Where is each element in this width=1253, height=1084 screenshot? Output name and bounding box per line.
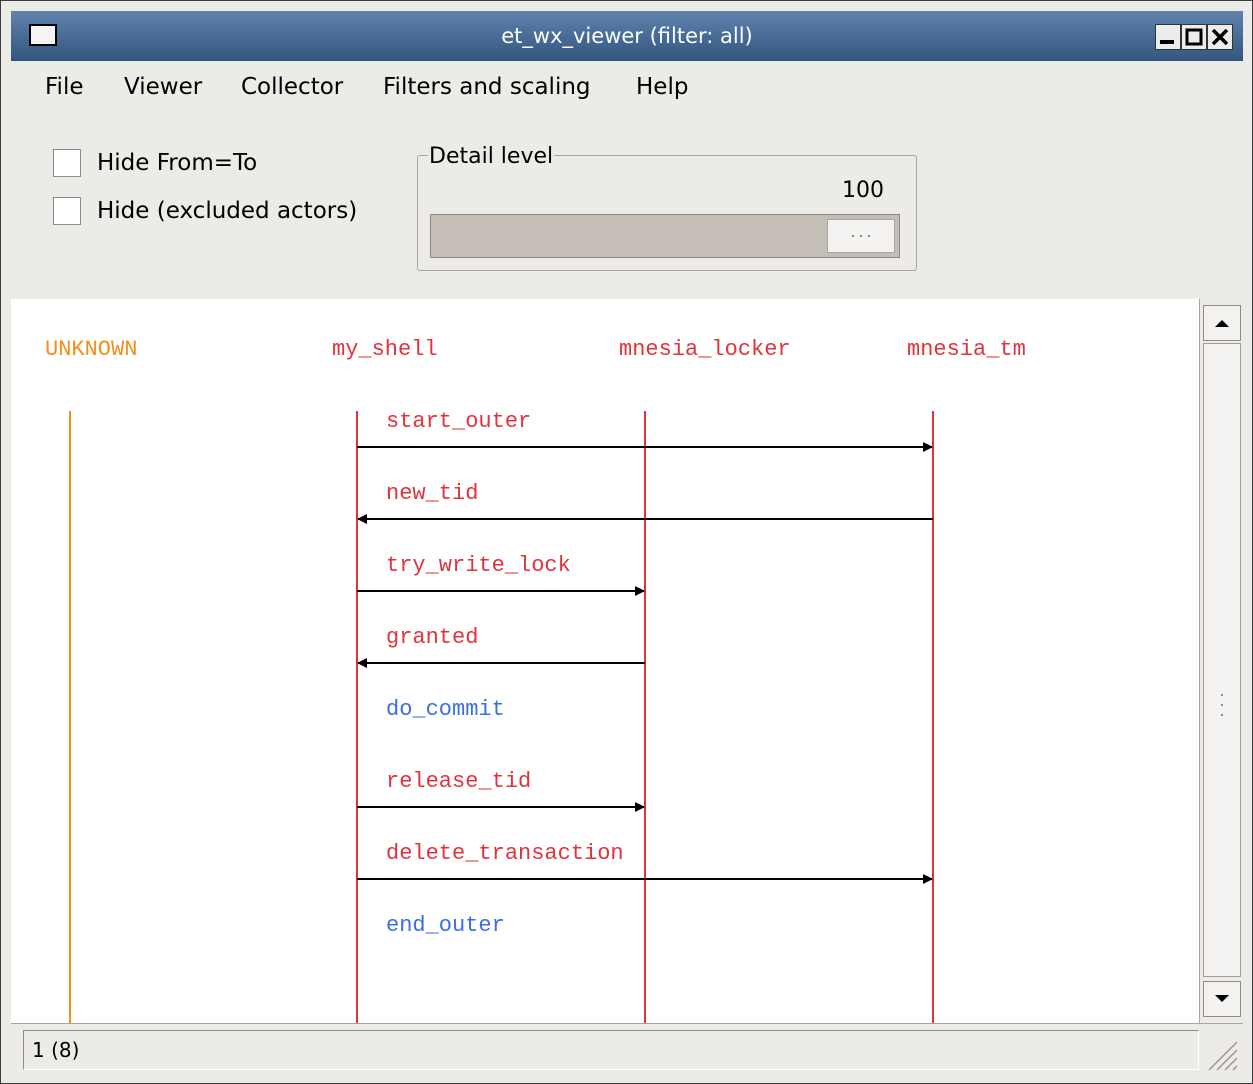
arrow-down-icon xyxy=(1215,995,1229,1002)
close-icon[interactable] xyxy=(1207,24,1233,50)
actor-label: mnesia_locker xyxy=(619,337,791,362)
event-label: release_tid xyxy=(386,769,531,794)
event-label: new_tid xyxy=(386,481,478,506)
hide-from-to-label: Hide From=To xyxy=(97,150,258,176)
menu-file[interactable]: File xyxy=(45,61,84,113)
scroll-thumb[interactable] xyxy=(1203,343,1241,977)
slider-handle[interactable] xyxy=(827,219,895,253)
status-field: 1 (8) xyxy=(23,1030,1199,1070)
minimize-icon[interactable] xyxy=(1155,24,1181,50)
detail-level-slider[interactable] xyxy=(430,214,900,258)
vertical-scrollbar[interactable] xyxy=(1199,299,1243,1023)
scroll-down-button[interactable] xyxy=(1203,981,1241,1017)
sequence-chart[interactable]: UNKNOWN my_shell mnesia_locker mnesia_tmsta… xyxy=(11,299,1199,1023)
event-label: granted xyxy=(386,625,478,650)
actor-label: mnesia_tm xyxy=(907,337,1026,362)
maximize-icon[interactable] xyxy=(1181,24,1207,50)
resize-grip-icon[interactable] xyxy=(1201,1034,1239,1072)
event-label: start_outer xyxy=(386,409,531,434)
detail-level-legend: Detail level xyxy=(428,144,555,169)
status-bar: 1 (8) xyxy=(11,1023,1243,1076)
slider-grip-icon xyxy=(852,235,870,237)
event-label: do_commit xyxy=(386,697,505,722)
menu-viewer[interactable]: Viewer xyxy=(124,61,202,113)
menu-help[interactable]: Help xyxy=(636,61,688,113)
options-panel: Hide From=To Hide (excluded actors) Deta… xyxy=(11,113,1243,300)
hide-excluded-option[interactable]: Hide (excluded actors) xyxy=(53,195,357,227)
window-title: et_wx_viewer (filter: all) xyxy=(501,24,753,48)
scroll-up-button[interactable] xyxy=(1203,305,1241,341)
hide-excluded-checkbox[interactable] xyxy=(53,197,81,225)
hide-from-to-option[interactable]: Hide From=To xyxy=(53,147,257,179)
event-label: delete_transaction xyxy=(386,841,624,866)
event-label: end_outer xyxy=(386,913,505,938)
detail-level-group: Detail level 100 xyxy=(417,144,917,271)
menu-filters-and-scaling[interactable]: Filters and scaling xyxy=(383,61,591,113)
title-bar[interactable]: et_wx_viewer (filter: all) xyxy=(11,11,1243,61)
actor-label: my_shell xyxy=(332,337,438,362)
hide-from-to-checkbox[interactable] xyxy=(53,149,81,177)
detail-level-value: 100 xyxy=(842,178,884,203)
event-label: try_write_lock xyxy=(386,553,571,578)
actor-label: UNKNOWN xyxy=(45,337,137,362)
arrow-up-icon xyxy=(1215,320,1229,327)
hide-excluded-label: Hide (excluded actors) xyxy=(97,198,358,224)
menu-collector[interactable]: Collector xyxy=(241,61,343,113)
status-text: 1 (8) xyxy=(32,1038,80,1062)
sequence-diagram: UNKNOWN my_shell mnesia_locker mnesia_tmsta… xyxy=(45,337,1026,1023)
menu-bar: File Viewer Collector Filters and scalin… xyxy=(11,61,1243,114)
scroll-grip-icon xyxy=(1221,694,1223,716)
app-window: et_wx_viewer (filter: all) File Viewer C… xyxy=(0,0,1253,1084)
